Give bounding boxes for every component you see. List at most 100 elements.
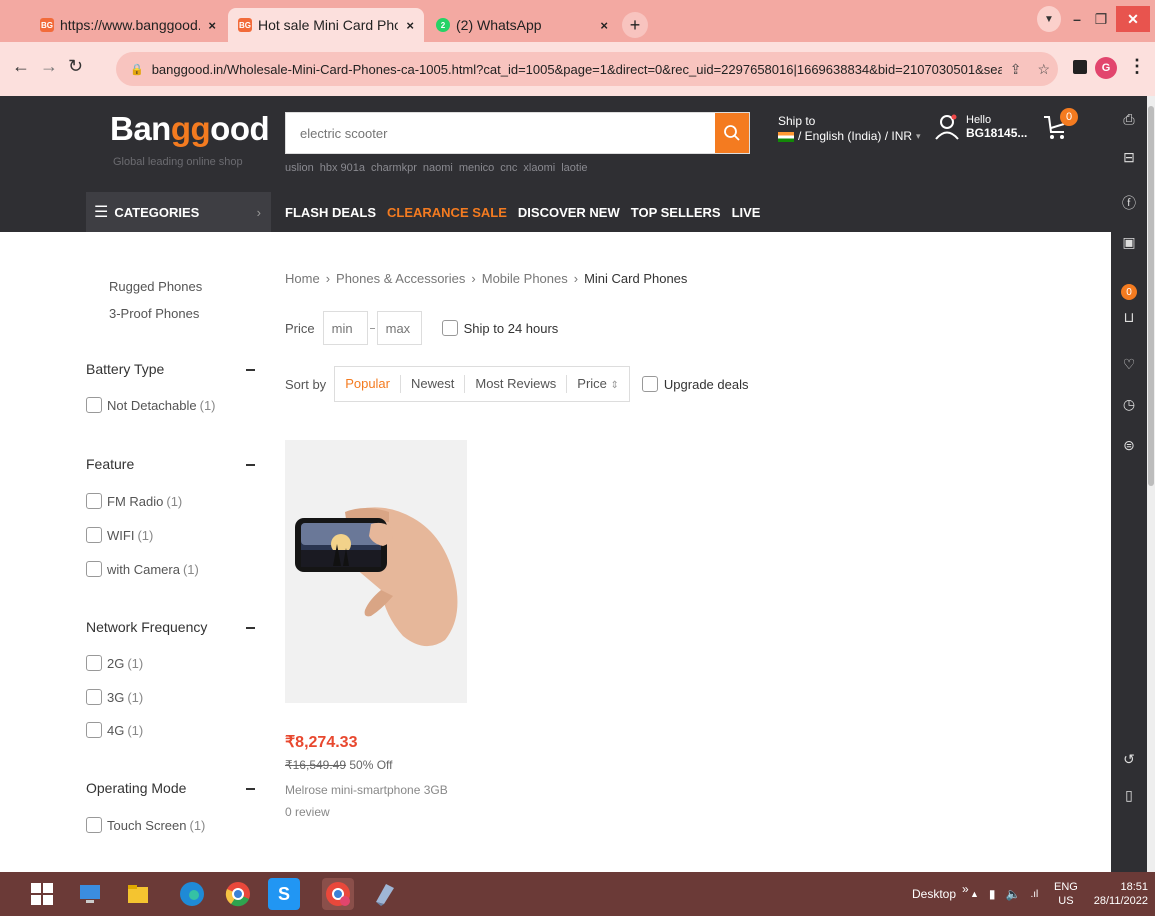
battery-icon[interactable]: ▮ xyxy=(989,887,996,901)
edge-browser-icon[interactable] xyxy=(176,878,208,910)
flash-icon[interactable]: ⓕ xyxy=(1111,190,1147,216)
wishlist-heart-icon[interactable]: ♡ xyxy=(1111,351,1147,377)
tab-whatsapp[interactable]: 2 (2) WhatsApp × xyxy=(426,8,618,42)
hot-keyword[interactable]: laotie xyxy=(561,162,587,174)
checkbox[interactable] xyxy=(441,320,458,336)
file-explorer-icon[interactable] xyxy=(122,878,154,910)
breadcrumb-phones-accessories[interactable]: Phones & Accessories xyxy=(336,271,465,286)
checkbox[interactable] xyxy=(86,817,102,833)
filter-option-4g[interactable]: 4G (1) xyxy=(86,722,143,738)
app-download-icon[interactable]: ⎙ xyxy=(1111,106,1147,132)
collapse-minus-icon[interactable] xyxy=(246,464,255,466)
vip-icon[interactable]: ▣ xyxy=(1111,229,1147,255)
windows-start-icon[interactable] xyxy=(26,878,58,910)
categories-menu[interactable]: ☰ CATEGORIES › xyxy=(86,192,271,232)
collapse-minus-icon[interactable] xyxy=(246,369,255,371)
browser-menu-icon[interactable]: ⋮ xyxy=(1128,56,1146,77)
history-clock-icon[interactable]: ◷ xyxy=(1111,391,1147,417)
sort-newest[interactable]: Newest xyxy=(401,375,466,393)
skype-icon[interactable]: S xyxy=(268,878,300,910)
top-icon[interactable]: ⊟ xyxy=(1111,144,1147,170)
scrollbar-thumb[interactable] xyxy=(1148,106,1154,486)
collapse-minus-icon[interactable] xyxy=(246,627,255,629)
sort-price[interactable]: Price ⇕ xyxy=(567,375,629,393)
tab-close-icon[interactable]: × xyxy=(208,18,216,33)
address-bar[interactable]: 🔒 banggood.in/Wholesale-Mini-Card-Phones… xyxy=(116,52,1058,86)
checkbox[interactable] xyxy=(86,689,102,705)
checkbox[interactable] xyxy=(86,527,102,543)
tab-banggood-home[interactable]: BG https://www.banggood.in × xyxy=(30,8,226,42)
product-name[interactable]: Melrose mini-smartphone 3GB xyxy=(285,783,448,797)
filter-option-2g[interactable]: 2G (1) xyxy=(86,655,143,671)
filter-link-rugged-phones[interactable]: Rugged Phones xyxy=(109,279,202,294)
hot-keyword[interactable]: cnc xyxy=(500,162,517,174)
chrome-profile-icon[interactable] xyxy=(322,878,354,910)
price-min-input[interactable] xyxy=(322,311,368,345)
profile-avatar[interactable]: G xyxy=(1095,57,1117,79)
filter-option-not-detachable[interactable]: Not Detachable (1) xyxy=(86,397,216,413)
tab-search-chevron-icon[interactable]: ▼ xyxy=(1037,6,1061,32)
back-arrow-icon[interactable]: ← xyxy=(12,56,30,77)
window-close-button[interactable]: ✕ xyxy=(1116,6,1150,32)
filter-option-touch-screen[interactable]: Touch Screen (1) xyxy=(86,817,205,833)
product-review-count[interactable]: 0 review xyxy=(285,805,330,819)
hot-keyword[interactable]: menico xyxy=(459,162,494,174)
window-minimize-button[interactable]: – xyxy=(1066,6,1088,32)
filter-option-3g[interactable]: 3G (1) xyxy=(86,689,143,705)
window-restore-button[interactable]: ❐ xyxy=(1090,6,1112,32)
language-indicator[interactable]: ENG US xyxy=(1054,872,1078,916)
tab-mini-card-phones[interactable]: BG Hot sale Mini Card Phon × xyxy=(228,8,424,42)
nav-clearance-sale[interactable]: CLEARANCE SALE xyxy=(387,205,507,220)
hot-keyword[interactable]: uslion xyxy=(285,162,314,174)
account-menu[interactable]: Hello BG18145... xyxy=(934,114,1027,140)
checkbox[interactable] xyxy=(86,493,102,509)
banggood-logo[interactable]: Banggood xyxy=(110,110,270,148)
hot-keyword[interactable]: charmkpr xyxy=(371,162,417,174)
new-tab-button[interactable]: + xyxy=(622,12,648,38)
checkbox[interactable] xyxy=(641,376,658,392)
search-button[interactable] xyxy=(715,113,749,153)
this-pc-icon[interactable] xyxy=(74,878,106,910)
upgrade-deals-checkbox[interactable]: Upgrade deals xyxy=(641,376,748,392)
tray-overflow-caret-icon[interactable]: ▲ xyxy=(970,889,979,899)
checkbox[interactable] xyxy=(86,561,102,577)
page-scrollbar[interactable] xyxy=(1147,96,1155,872)
product-card[interactable]: ₹8,274.33 ₹16,549.49 50% Off Melrose min… xyxy=(285,440,467,820)
service-icon[interactable]: ↺ xyxy=(1111,746,1147,772)
chrome-icon[interactable] xyxy=(222,878,254,910)
forward-arrow-icon[interactable]: → xyxy=(40,56,58,77)
tab-close-icon[interactable]: × xyxy=(600,18,608,33)
desktop-toolbar[interactable]: Desktop » xyxy=(912,872,969,916)
breadcrumb-mobile-phones[interactable]: Mobile Phones xyxy=(482,271,568,286)
nav-flash-deals[interactable]: FLASH DEALS xyxy=(285,205,376,220)
coupon-icon[interactable]: ⊜ xyxy=(1111,432,1147,458)
ship-24-hours-checkbox[interactable]: Ship to 24 hours xyxy=(441,320,558,336)
hot-keyword[interactable]: xlaomi xyxy=(523,162,555,174)
tab-close-icon[interactable]: × xyxy=(406,18,414,33)
volume-icon[interactable]: 🔈 xyxy=(1006,887,1021,901)
search-input[interactable] xyxy=(286,113,716,153)
hot-keyword[interactable]: hbx 901a xyxy=(320,162,365,174)
share-icon[interactable]: ⇪ xyxy=(1010,61,1022,78)
reload-icon[interactable]: ↻ xyxy=(68,56,83,77)
collapse-minus-icon[interactable] xyxy=(246,788,255,790)
nav-top-sellers[interactable]: TOP SELLERS xyxy=(631,205,721,220)
nav-live[interactable]: LIVE xyxy=(732,205,761,220)
filter-option-wifi[interactable]: WIFI (1) xyxy=(86,527,153,543)
network-signal-icon[interactable]: .ıl xyxy=(1030,889,1038,900)
sort-most-reviews[interactable]: Most Reviews xyxy=(465,375,568,393)
hot-keyword[interactable]: naomi xyxy=(423,162,453,174)
filter-link-3-proof-phones[interactable]: 3-Proof Phones xyxy=(109,306,199,321)
nav-discover-new[interactable]: DISCOVER NEW xyxy=(518,205,620,220)
breadcrumb-home[interactable]: Home xyxy=(285,271,320,286)
checkbox[interactable] xyxy=(86,397,102,413)
bookmark-star-icon[interactable]: ☆ xyxy=(1037,61,1050,78)
checkbox[interactable] xyxy=(86,722,102,738)
filter-option-with-camera[interactable]: with Camera (1) xyxy=(86,561,199,577)
checkbox[interactable] xyxy=(86,655,102,671)
sort-popular[interactable]: Popular xyxy=(335,375,401,393)
clock[interactable]: 18:51 28/11/2022 xyxy=(1094,872,1148,916)
ship-to-selector[interactable]: Ship to / English (India) / INR ▾ xyxy=(778,114,921,144)
product-image[interactable] xyxy=(285,440,467,703)
rail-cart-icon[interactable]: ⊔ xyxy=(1111,304,1147,330)
